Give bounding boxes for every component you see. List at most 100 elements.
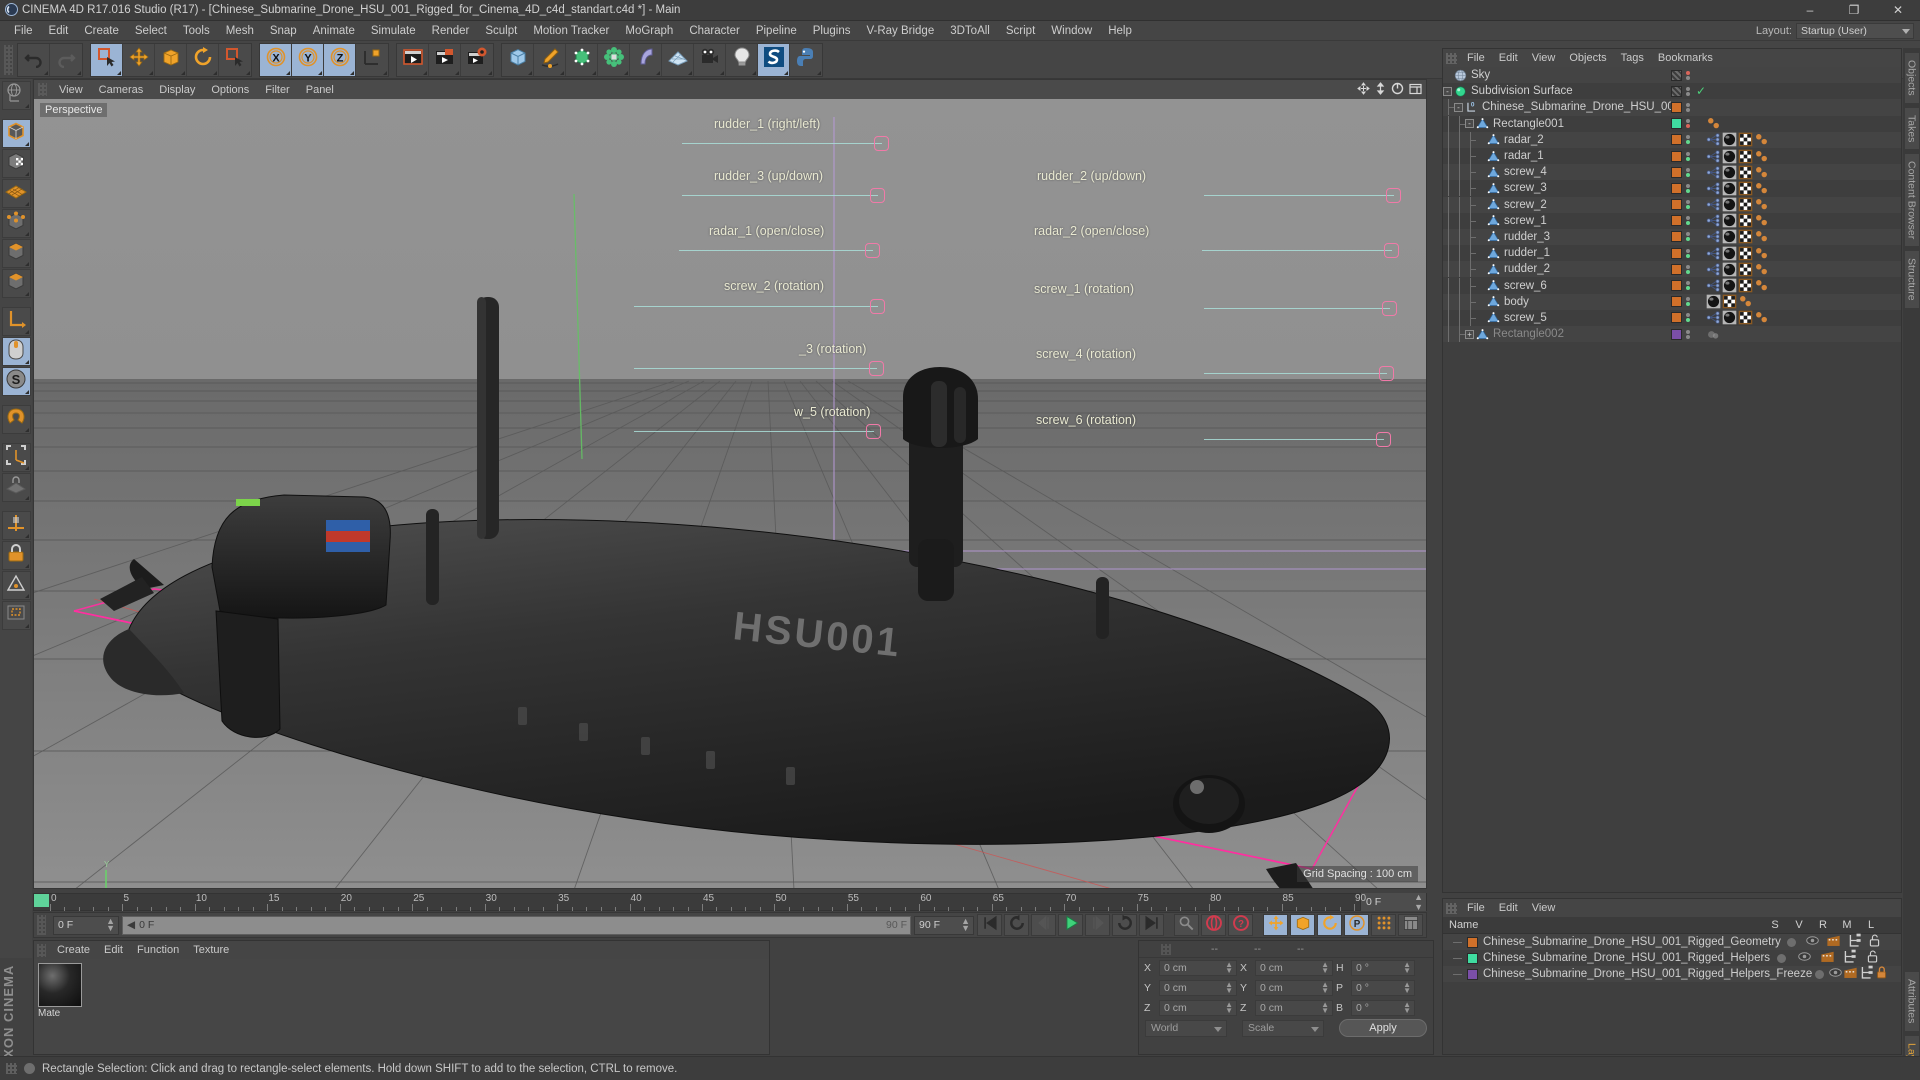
viewport-menu-grip[interactable] [38,83,47,96]
spinner-icon[interactable]: ▲ ▼ [961,917,970,933]
render-visibility-dot[interactable] [1685,140,1690,145]
slider-left-arrow-icon[interactable]: ◀ [127,919,135,931]
expander-toggle[interactable]: - [1454,102,1463,112]
viewport-menu-view[interactable]: View [51,83,91,97]
visibility-dots[interactable] [1682,167,1693,177]
object-layer-color[interactable] [1671,312,1682,324]
transport-grip[interactable] [37,915,46,935]
menu-render[interactable]: Render [424,23,478,39]
key-param-button[interactable]: P [1344,914,1369,936]
undo-button[interactable] [18,43,50,76]
editor-visibility-dot[interactable] [1685,281,1690,286]
render-visibility-dot[interactable] [1685,91,1690,96]
visibility-dots[interactable] [1682,248,1693,258]
editor-visibility-dot[interactable] [1685,151,1690,156]
add-cube-button[interactable] [502,43,534,76]
object-layer-color[interactable] [1671,199,1682,211]
material-item[interactable]: Mate [38,963,84,1019]
layer-visible-cell[interactable] [1828,965,1843,983]
menu-plugins[interactable]: Plugins [805,23,859,39]
render-visibility-dot[interactable] [1685,302,1690,307]
add-generator-button[interactable] [566,43,598,76]
object-layer-color[interactable] [1671,118,1682,130]
layer-color-chip[interactable] [1467,936,1478,948]
menu-file[interactable]: File [6,23,41,39]
expander-toggle[interactable]: - [1465,119,1474,129]
object-row[interactable]: screw_4 [1443,164,1901,181]
object-layer-color[interactable] [1671,166,1682,178]
selection-tool-button[interactable] [219,43,251,76]
toolbar-grip[interactable] [4,44,13,75]
current-frame-marker[interactable] [34,894,49,907]
layer-row[interactable]: Chinese_Submarine_Drone_HSU_001_Rigged_H… [1443,949,1901,966]
enable-axis-tool[interactable] [1,511,31,540]
object-layer-color[interactable] [1671,247,1682,259]
key-position-button[interactable] [1263,914,1288,936]
layer-solo-cell[interactable] [1812,969,1827,979]
spinner-icon[interactable]: ▲ ▼ [1414,892,1423,912]
spinner-icon[interactable]: ▲ ▼ [1403,1001,1411,1015]
object-menu-grip[interactable] [1446,52,1457,64]
viewport-menu-cameras[interactable]: Cameras [91,83,152,97]
play-reverse-button[interactable] [1004,914,1029,936]
menu-3dtoall[interactable]: 3DToAll [942,23,998,39]
layer-menu-view[interactable]: View [1525,901,1563,915]
side-tab-objects[interactable]: Objects [1903,52,1920,104]
menu-select[interactable]: Select [127,23,175,39]
null-handle-icon[interactable] [1376,432,1391,447]
maximize-button[interactable]: ❐ [1832,0,1876,21]
render-visibility-dot[interactable] [1685,205,1690,210]
key-point-level-button[interactable] [1371,914,1396,936]
object-layer-color[interactable] [1671,182,1682,194]
add-light-button[interactable] [726,43,758,76]
object-row[interactable]: body [1443,293,1901,310]
spinner-icon[interactable]: ▲ ▼ [106,917,115,933]
world-object-coord-button[interactable] [356,43,388,76]
object-row[interactable]: Sky [1443,67,1901,84]
close-button[interactable]: ✕ [1876,0,1920,21]
go-to-start-button[interactable] [977,914,1002,936]
coord-position-input[interactable]: 0 cm ▲ ▼ [1159,960,1237,976]
editor-visibility-dot[interactable] [1685,264,1690,269]
current-frame-input[interactable]: 0 F ▲ ▼ [53,915,119,935]
side-tab-content-browser[interactable]: Content Browser [1903,153,1920,248]
snap-settings-tool[interactable]: S [1,367,31,396]
layer-menu-edit[interactable]: Edit [1492,901,1525,915]
coord-rotation-input[interactable]: 0 ° ▲ ▼ [1351,1000,1415,1016]
menu-pipeline[interactable]: Pipeline [748,23,805,39]
coord-rotation-input[interactable]: 0 ° ▲ ▼ [1351,980,1415,996]
material-menu-create[interactable]: Create [50,943,97,957]
visibility-dots[interactable] [1682,102,1693,112]
object-layer-color[interactable] [1671,231,1682,243]
redo-button[interactable] [50,43,82,76]
editor-visibility-dot[interactable] [1685,70,1690,75]
render-visibility-dot[interactable] [1685,269,1690,274]
visibility-dots[interactable] [1682,216,1693,226]
render-visibility-dot[interactable] [1685,221,1690,226]
autokey-button[interactable] [1174,914,1199,936]
object-layer-color[interactable] [1671,328,1682,340]
object-axis-mode[interactable] [1,269,31,298]
toggle-layout-icon[interactable] [1409,82,1422,100]
coord-size-input[interactable]: 0 cm ▲ ▼ [1255,1000,1333,1016]
object-menu-tags[interactable]: Tags [1614,51,1651,65]
editor-visibility-dot[interactable] [1685,135,1690,140]
preview-end-input[interactable]: 90 F ▲ ▼ [914,915,974,935]
object-layer-color[interactable] [1671,215,1682,227]
object-layer-color[interactable] [1671,101,1682,113]
object-row[interactable]: radar_1 [1443,147,1901,165]
editor-visibility-dot[interactable] [1685,167,1690,172]
render-settings-button[interactable] [461,43,493,76]
lock-z-button[interactable]: Z [324,43,356,76]
viewport-3d[interactable]: HSU001 Y Perspective rudder_1 (right/lef… [34,99,1426,888]
menu-window[interactable]: Window [1043,23,1100,39]
step-forward-button[interactable] [1085,914,1110,936]
visibility-dots[interactable] [1682,70,1693,80]
magnet-tool[interactable] [1,405,31,434]
object-tree[interactable]: Sky - Subdivision Surface ✓ -0 Chinese_Submar… [1443,67,1901,892]
coord-size-input[interactable]: 0 cm ▲ ▼ [1255,980,1333,996]
viewport-solo-tool[interactable] [1,337,31,366]
menu-sculpt[interactable]: Sculpt [477,23,525,39]
model-mode[interactable] [1,119,31,148]
render-visibility-dot[interactable] [1685,107,1690,112]
